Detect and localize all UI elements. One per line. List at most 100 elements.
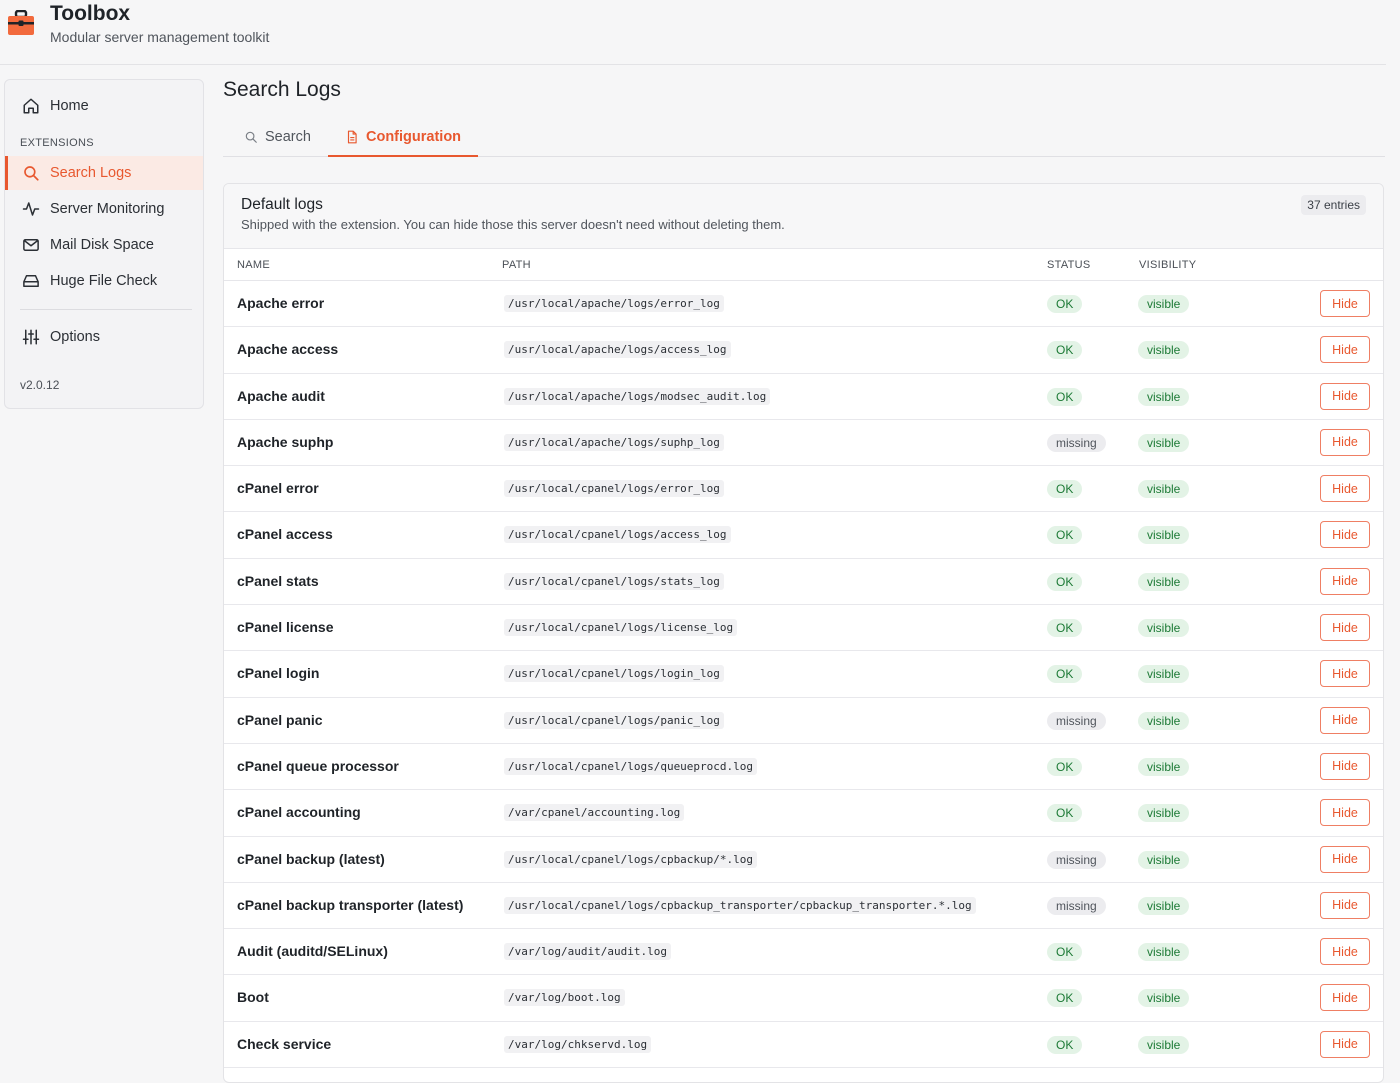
table-row: Check service/var/log/chkservd.log OK visi… [224, 1022, 1383, 1069]
log-path: /var/log/boot.log [504, 989, 625, 1007]
hide-button[interactable]: Hide [1320, 845, 1370, 873]
log-path: /usr/local/cpanel/logs/cpbackup_transpor… [504, 896, 976, 914]
sidebar-item-mail-disk-space[interactable]: Mail Disk Space [5, 228, 203, 262]
log-path: /usr/local/cpanel/logs/cpbackup/*.log [504, 850, 758, 868]
log-name: cPanel accounting [237, 804, 361, 821]
status-badge: OK [1047, 480, 1083, 499]
table-row: Apache error/usr/local/apache/logs/error… [224, 281, 1383, 328]
log-name: cPanel access [237, 526, 333, 543]
visibility-badge: visible [1138, 295, 1190, 313]
log-name: cPanel backup transporter (latest) [237, 896, 464, 913]
hide-button[interactable]: Hide [1320, 984, 1370, 1012]
sidebar-item-home[interactable]: Home [5, 89, 203, 123]
hide-button[interactable]: Hide [1320, 752, 1370, 780]
search-icon [21, 163, 41, 183]
log-path: /usr/local/apache/logs/suphp_log [504, 433, 724, 451]
status-badge: OK [1047, 665, 1083, 684]
tab-label: Configuration [366, 128, 462, 145]
sidebar-item-label: Options [50, 329, 100, 345]
tab-label: Search [265, 128, 311, 145]
column-header-path: PATH [502, 259, 531, 271]
column-header-status: STATUS [1047, 259, 1091, 271]
log-name: cPanel error [237, 480, 319, 497]
hide-button[interactable]: Hide [1320, 938, 1370, 966]
log-path: /usr/local/cpanel/logs/queueprocd.log [504, 757, 758, 775]
sidebar-item-label: Huge File Check [50, 273, 158, 289]
card-description: Shipped with the extension. You can hide… [241, 217, 785, 232]
sidebar-item-server-monitoring[interactable]: Server Monitoring [5, 192, 203, 226]
table-row: cPanel backup transporter (latest) /usr/l… [224, 883, 1383, 930]
status-badge: missing [1047, 896, 1106, 915]
column-header-visibility: VISIBILITY [1139, 259, 1197, 271]
log-name: Apache suphp [237, 433, 334, 450]
sidebar-section-label: EXTENSIONS [20, 137, 94, 149]
entries-count-badge: 37 entries [1301, 195, 1366, 215]
activity-icon [21, 199, 41, 219]
version-label: v2.0.12 [20, 378, 60, 392]
table-header: NAME PATH STATUS VISIBILITY [224, 249, 1383, 281]
status-badge: OK [1047, 804, 1083, 823]
status-badge: OK [1047, 341, 1083, 360]
visibility-badge: visible [1138, 619, 1190, 638]
status-badge: OK [1047, 1035, 1083, 1054]
page-title: Search Logs [223, 78, 341, 101]
app-subtitle: Modular server management toolkit [50, 29, 270, 45]
tab-configuration[interactable]: Configuration [328, 118, 479, 157]
sidebar-divider [20, 309, 192, 310]
hide-button[interactable]: Hide [1320, 1030, 1370, 1058]
status-badge: missing [1047, 711, 1106, 730]
log-path: /usr/local/cpanel/logs/login_log [504, 665, 724, 683]
log-name: cPanel queue processor [237, 757, 399, 774]
table-row: Boot/var/log/boot.log OK visible Hide [224, 975, 1383, 1022]
default-logs-card: Default logs Shipped with the extension.… [223, 183, 1384, 1083]
sidebar-item-huge-file-check[interactable]: Huge File Check [5, 264, 203, 298]
column-header-name: NAME [237, 259, 270, 271]
mail-icon [21, 235, 41, 255]
sidebar-item-label: Server Monitoring [50, 201, 165, 217]
status-badge: OK [1047, 295, 1083, 313]
log-path: /usr/local/apache/logs/error_log [504, 295, 724, 312]
log-path: /usr/local/cpanel/logs/error_log [504, 480, 724, 498]
table-row: Apache suphp/usr/local/apache/logs/suphp… [224, 420, 1383, 467]
status-badge: OK [1047, 619, 1083, 638]
hide-button[interactable]: Hide [1320, 382, 1370, 410]
log-path: /var/cpanel/accounting.log [504, 804, 685, 822]
visibility-badge: visible [1138, 943, 1190, 962]
hide-button[interactable]: Hide [1320, 660, 1370, 688]
table-row: cPanel license/usr/local/cpanel/logs/lic… [224, 605, 1383, 652]
hide-button[interactable]: Hide [1320, 567, 1370, 595]
sidebar: Home EXTENSIONS Search Logs Server Monit… [4, 79, 204, 409]
table-row: cPanel panic/usr/local/cpanel/logs/panic… [224, 698, 1383, 744]
app-title: Toolbox [50, 2, 131, 25]
visibility-badge: visible [1138, 1035, 1190, 1054]
hide-button[interactable]: Hide [1320, 290, 1370, 317]
log-path: /var/log/audit/audit.log [504, 943, 671, 961]
hide-button[interactable]: Hide [1320, 336, 1370, 364]
tab-search[interactable]: Search [244, 118, 311, 155]
log-name: cPanel license [237, 619, 334, 636]
log-name: cPanel login [237, 665, 320, 682]
hide-button[interactable]: Hide [1320, 614, 1370, 642]
hide-button[interactable]: Hide [1320, 891, 1370, 919]
tab-bar: Search Configuration [223, 118, 1385, 157]
sidebar-item-options[interactable]: Options [5, 320, 203, 354]
table-row: cPanel error/usr/local/cpanel/logs/error… [224, 466, 1383, 513]
sidebar-item-search-logs[interactable]: Search Logs [5, 156, 203, 190]
log-path: /usr/local/cpanel/logs/stats_log [504, 572, 724, 590]
hide-button[interactable]: Hide [1320, 706, 1370, 734]
hide-button[interactable]: Hide [1320, 521, 1370, 549]
status-badge: missing [1047, 850, 1106, 869]
table-row: cPanel backup (latest) /usr/local/cpanel/… [224, 837, 1383, 883]
hide-button[interactable]: Hide [1320, 799, 1370, 827]
home-icon [21, 96, 41, 116]
log-name: cPanel stats [237, 572, 319, 589]
log-name: Boot [237, 989, 269, 1006]
log-path: /usr/local/apache/logs/modsec_audit.log [504, 387, 771, 405]
hide-button[interactable]: Hide [1320, 428, 1370, 456]
table-row: Apache access/usr/local/apache/logs/acce… [224, 327, 1383, 374]
table-row: cPanel login/usr/local/cpanel/logs/login… [224, 651, 1383, 698]
visibility-badge: visible [1138, 526, 1190, 545]
hide-button[interactable]: Hide [1320, 475, 1370, 503]
visibility-badge: visible [1138, 341, 1190, 360]
log-path: /usr/local/cpanel/logs/access_log [504, 526, 731, 544]
